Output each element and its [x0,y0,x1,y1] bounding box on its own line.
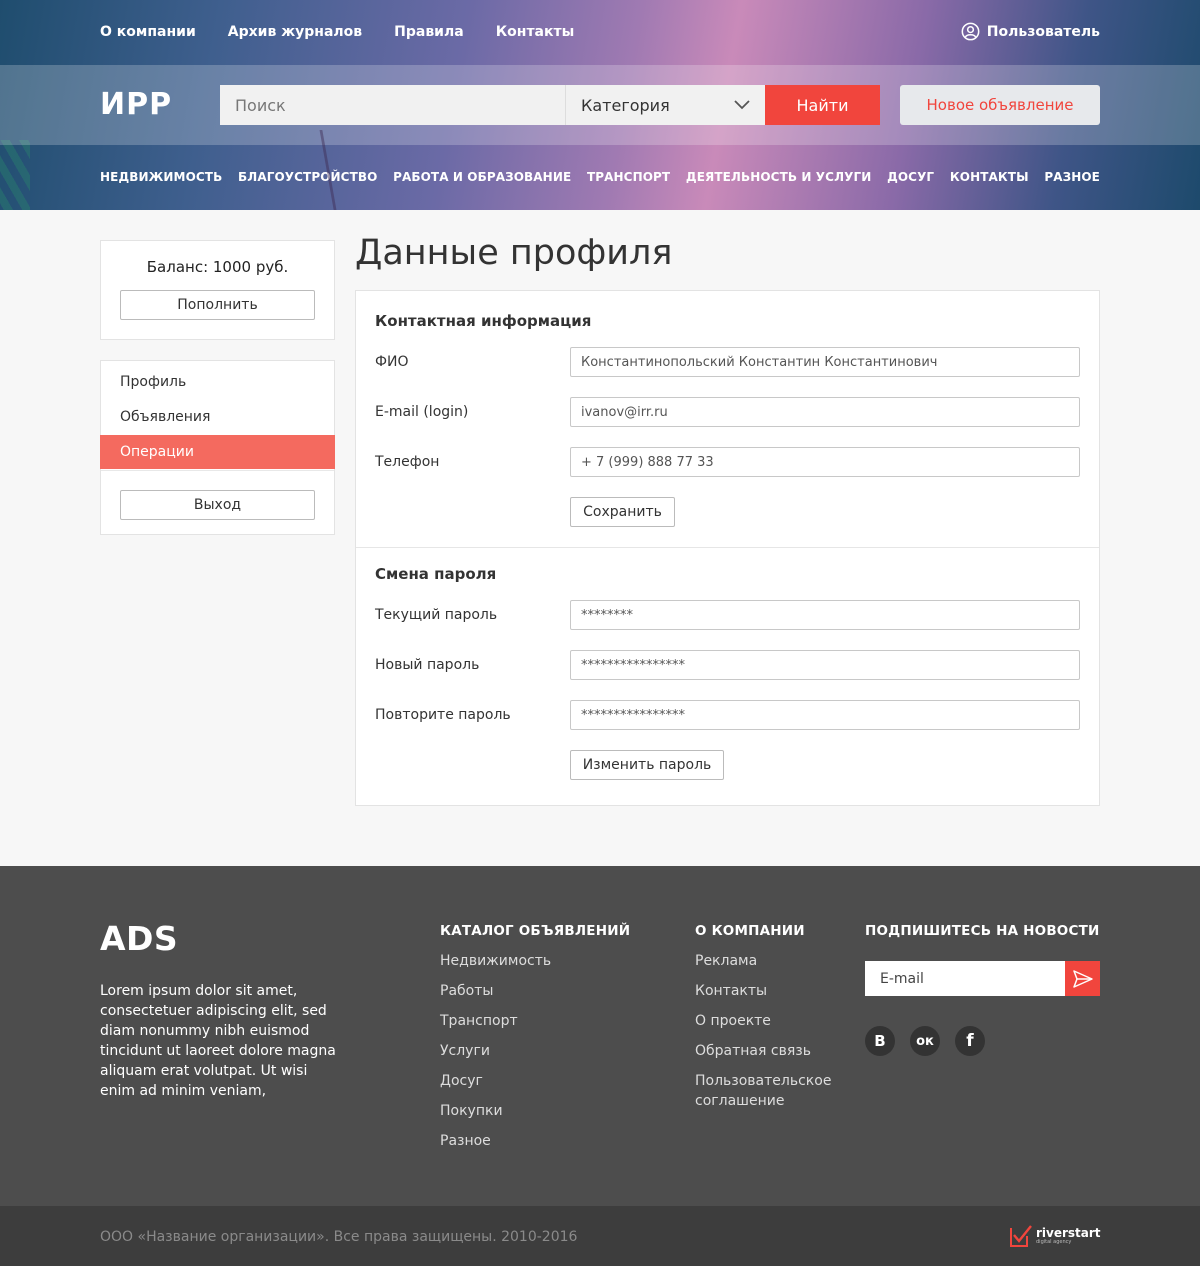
company-link-ads[interactable]: Реклама [695,951,845,971]
category-nav-services[interactable]: ДЕЯТЕЛЬНОСТЬ И УСЛУГИ [686,168,871,186]
menu-item-operations[interactable]: Операции [100,435,335,469]
subscribe-button[interactable] [1065,961,1100,996]
category-nav: НЕДВИЖИМОСТЬ БЛАГОУСТРОЙСТВО РАБОТА И ОБ… [100,168,1100,186]
site-logo[interactable]: ИРР [100,89,172,121]
new-password-label: Новый пароль [375,657,480,673]
new-ad-button[interactable]: Новое объявление [900,85,1100,125]
search-bar: ИРР Категория Найти Новое объявление [0,65,1200,145]
email-input[interactable] [570,397,1080,427]
subscribe-email-input[interactable] [865,961,1065,996]
user-icon [961,22,980,41]
catalog-link-services[interactable]: Услуги [440,1041,551,1061]
menu-item-ads[interactable]: Объявления [101,400,334,434]
new-password-input[interactable] [570,650,1080,680]
account-menu: Профиль Объявления Операции Выход [100,360,335,535]
catalog-link-jobs[interactable]: Работы [440,981,551,1001]
topup-button[interactable]: Пополнить [120,290,315,320]
category-select[interactable]: Категория [565,85,765,125]
vk-icon[interactable]: В [865,1026,895,1056]
subscribe-title: ПОДПИШИТЕСЬ НА НОВОСТИ [865,923,1100,939]
profile-card: Контактная информация ФИО E-mail (login)… [355,290,1100,806]
balance-text: Баланс: 1000 руб. [146,258,289,276]
odnoklassniki-icon[interactable]: ок [910,1026,940,1056]
footer-logo[interactable]: ADS [100,920,178,958]
category-nav-improvement[interactable]: БЛАГОУСТРОЙСТВО [238,168,377,186]
fio-label: ФИО [375,354,409,370]
balance-card: Баланс: 1000 руб. Пополнить [100,240,335,340]
repeat-password-input[interactable] [570,700,1080,730]
phone-input[interactable] [570,447,1080,477]
copyright-text: ООО «Название организации». Все права за… [100,1229,578,1245]
facebook-icon[interactable]: f [955,1026,985,1056]
top-nav-contacts[interactable]: Контакты [496,22,575,42]
search-input[interactable] [220,85,565,125]
menu-divider [101,470,334,471]
section-divider [356,547,1099,548]
catalog-link-misc[interactable]: Разное [440,1131,551,1151]
company-link-agreement[interactable]: Пользовательское соглашение [695,1071,845,1111]
site-footer: ADS Lorem ipsum dolor sit amet, consecte… [0,866,1200,1206]
site-header: О компании Архив журналов Правила Контак… [0,0,1200,210]
company-link-contacts[interactable]: Контакты [695,981,845,1001]
contact-section-title: Контактная информация [375,312,592,330]
fio-input[interactable] [570,347,1080,377]
email-label: E-mail (login) [375,404,469,420]
top-nav: О компании Архив журналов Правила Контак… [100,22,606,42]
password-section-title: Смена пароля [375,565,497,583]
page-title: Данные профиля [355,233,673,273]
company-list: Реклама Контакты О проекте Обратная связ… [695,951,845,1121]
logout-button[interactable]: Выход [120,490,315,520]
catalog-link-shopping[interactable]: Покупки [440,1101,551,1121]
bottom-bar: ООО «Название организации». Все права за… [0,1206,1200,1266]
change-password-button[interactable]: Изменить пароль [570,750,724,780]
user-label: Пользователь [986,23,1100,40]
company-link-about[interactable]: О проекте [695,1011,845,1031]
category-nav-realty[interactable]: НЕДВИЖИМОСТЬ [100,168,222,186]
catalog-link-realty[interactable]: Недвижимость [440,951,551,971]
current-password-input[interactable] [570,600,1080,630]
send-icon [1072,969,1093,988]
top-nav-rules[interactable]: Правила [394,22,464,42]
riverstart-logo-icon [1010,1225,1032,1247]
catalog-title: КАТАЛОГ ОБЪЯВЛЕНИЙ [440,923,631,939]
user-menu[interactable]: Пользователь [961,22,1100,41]
catalog-link-leisure[interactable]: Досуг [440,1071,551,1091]
repeat-password-label: Повторите пароль [375,707,511,723]
category-select-label: Категория [581,95,670,115]
save-button[interactable]: Сохранить [570,497,675,527]
top-nav-archive[interactable]: Архив журналов [228,22,362,42]
top-nav-about[interactable]: О компании [100,22,196,42]
category-nav-leisure[interactable]: ДОСУГ [887,168,934,186]
catalog-list: Недвижимость Работы Транспорт Услуги Дос… [440,951,551,1161]
category-nav-transport[interactable]: ТРАНСПОРТ [587,168,670,186]
catalog-link-transport[interactable]: Транспорт [440,1011,551,1031]
agency-logo[interactable]: riverstart digital agency [1010,1224,1101,1248]
category-nav-contacts[interactable]: КОНТАКТЫ [950,168,1029,186]
company-title: О КОМПАНИИ [695,923,805,939]
category-nav-misc[interactable]: РАЗНОЕ [1044,168,1100,186]
current-password-label: Текущий пароль [375,607,498,623]
phone-label: Телефон [375,454,440,470]
agency-name: riverstart [1036,1226,1101,1240]
menu-item-profile[interactable]: Профиль [101,365,334,399]
footer-description: Lorem ipsum dolor sit amet, consectetuer… [100,983,336,1099]
find-button[interactable]: Найти [765,85,880,125]
chevron-down-icon [734,100,750,110]
company-link-feedback[interactable]: Обратная связь [695,1041,845,1061]
category-nav-jobs[interactable]: РАБОТА И ОБРАЗОВАНИЕ [393,168,571,186]
